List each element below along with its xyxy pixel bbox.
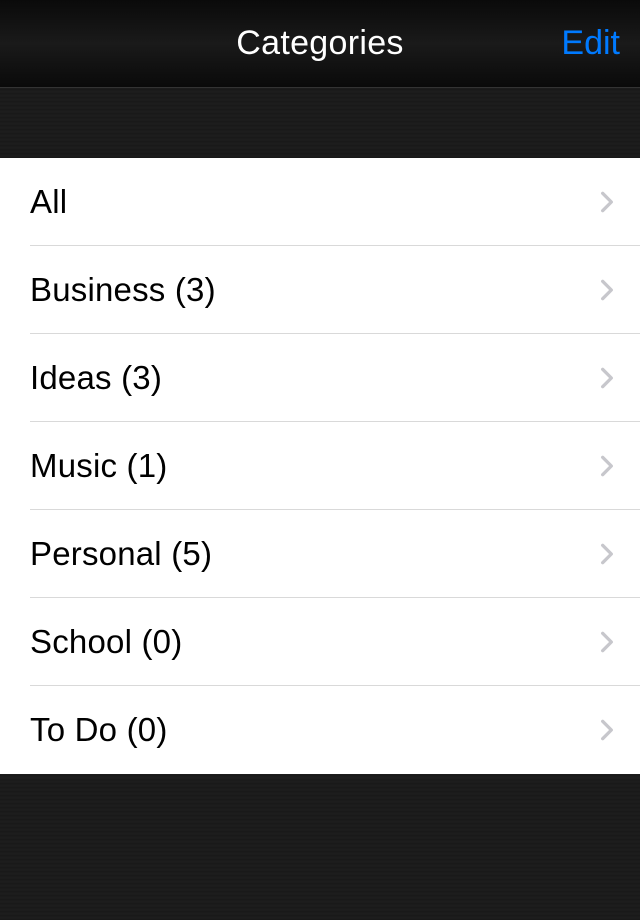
chevron-right-icon <box>594 717 620 743</box>
category-label: Ideas (3) <box>30 359 162 397</box>
category-label: Personal (5) <box>30 535 212 573</box>
chevron-right-icon <box>594 453 620 479</box>
navbar: Categories Edit <box>0 0 640 88</box>
category-label: School (0) <box>30 623 182 661</box>
chevron-right-icon <box>594 629 620 655</box>
footer-spacer <box>0 774 640 920</box>
chevron-right-icon <box>594 189 620 215</box>
category-all[interactable]: All <box>0 158 640 246</box>
category-ideas[interactable]: Ideas (3) <box>0 334 640 422</box>
page-title: Categories <box>236 24 403 63</box>
category-personal[interactable]: Personal (5) <box>0 510 640 598</box>
edit-button[interactable]: Edit <box>561 24 620 63</box>
category-business[interactable]: Business (3) <box>0 246 640 334</box>
categories-list: All Business (3) Ideas (3) Music (1) Per… <box>0 158 640 774</box>
category-label: Business (3) <box>30 271 216 309</box>
category-label: Music (1) <box>30 447 167 485</box>
category-music[interactable]: Music (1) <box>0 422 640 510</box>
category-label: All <box>30 183 67 221</box>
category-label: To Do (0) <box>30 711 168 749</box>
chevron-right-icon <box>594 365 620 391</box>
header-spacer <box>0 88 640 158</box>
chevron-right-icon <box>594 541 620 567</box>
chevron-right-icon <box>594 277 620 303</box>
category-todo[interactable]: To Do (0) <box>0 686 640 774</box>
category-school[interactable]: School (0) <box>0 598 640 686</box>
